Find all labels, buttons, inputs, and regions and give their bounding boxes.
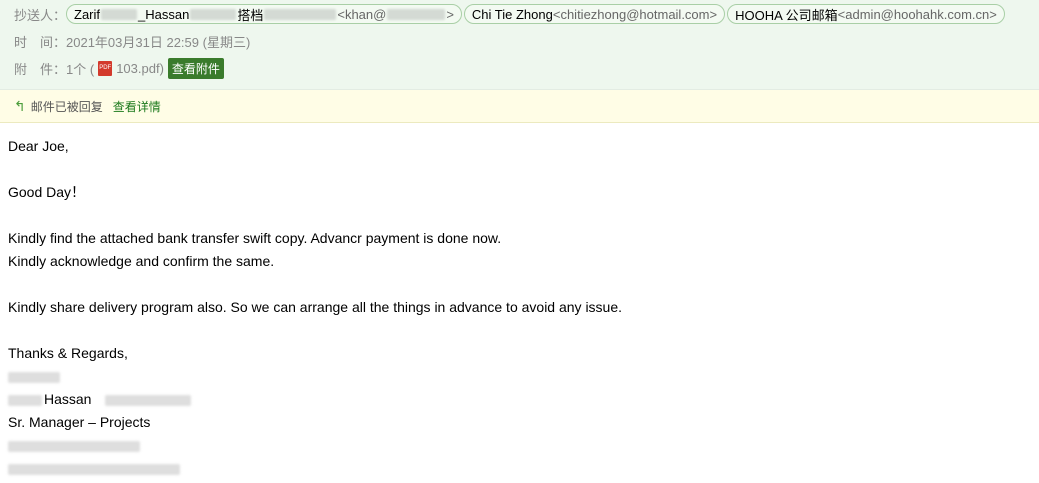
pdf-file-icon: PDF	[98, 60, 113, 76]
attachment-filename[interactable]: 103.pdf	[116, 61, 159, 76]
view-details-link[interactable]: 查看详情	[113, 98, 161, 115]
attachment-label: 附 件：	[14, 61, 67, 77]
cc-recipient-3[interactable]: HOOHA 公司邮箱 <admin@hoohahk.com.cn>	[727, 4, 1005, 24]
mail-header: 抄送人： Zarif _Hassan 搭档 < khan@ > Chi Tie …	[0, 0, 1039, 90]
redacted-block	[8, 394, 42, 406]
reply-arrow-icon: ↰	[14, 97, 26, 114]
attachment-close-paren: )	[159, 60, 164, 76]
good-day: Good Day！	[8, 184, 86, 200]
redacted-block	[105, 394, 192, 406]
signature-name: Hassan	[44, 391, 92, 407]
signature-name-line: Hassan	[8, 388, 622, 411]
redacted-block	[264, 8, 337, 20]
signature-redacted-1	[8, 365, 622, 388]
cc-recipient-1[interactable]: Zarif _Hassan 搭档 < khan@ >	[66, 4, 462, 24]
reply-notice-text: 邮件已被回复	[30, 99, 103, 114]
body-line-2: Kindly acknowledge and confirm the same.	[8, 253, 275, 269]
signature-redacted-2	[8, 434, 622, 457]
closing: Thanks & Regards,	[8, 345, 128, 361]
body-line-1: Kindly find the attached bank transfer s…	[8, 230, 502, 246]
redacted-block	[387, 8, 446, 20]
time-value: 2021年03月31日 22:59 (星期三)	[66, 34, 251, 50]
signature-title: Sr. Manager – Projects	[8, 414, 151, 430]
attachment-count: 1个 (	[66, 61, 95, 77]
redacted-block	[101, 8, 138, 20]
redacted-block	[190, 8, 237, 20]
signature-redacted-3	[8, 457, 622, 480]
time-label: 时 间：	[14, 34, 67, 50]
attachment-row: 附 件： 1个 ( PDF 103.pdf ) 查看附件	[14, 57, 224, 79]
time-row: 时 间： 2021年03月31日 22:59 (星期三)	[14, 30, 250, 52]
view-attachment-button[interactable]: 查看附件	[167, 57, 224, 79]
cc-recipient-2[interactable]: Chi Tie Zhong <chitiezhong@hotmail.com>	[463, 4, 726, 24]
cc-label: 抄送人：	[14, 7, 67, 23]
body-line-3: Kindly share delivery program also. So w…	[8, 299, 623, 315]
cc-row: 抄送人： Zarif _Hassan 搭档 < khan@ > Chi Tie …	[14, 3, 1007, 25]
reply-notice-bar: ↰ 邮件已被回复 查看详情	[0, 90, 1039, 123]
message-body: Dear Joe, Good Day！ Kindly find the atta…	[8, 135, 622, 480]
greeting: Dear Joe,	[8, 138, 69, 154]
